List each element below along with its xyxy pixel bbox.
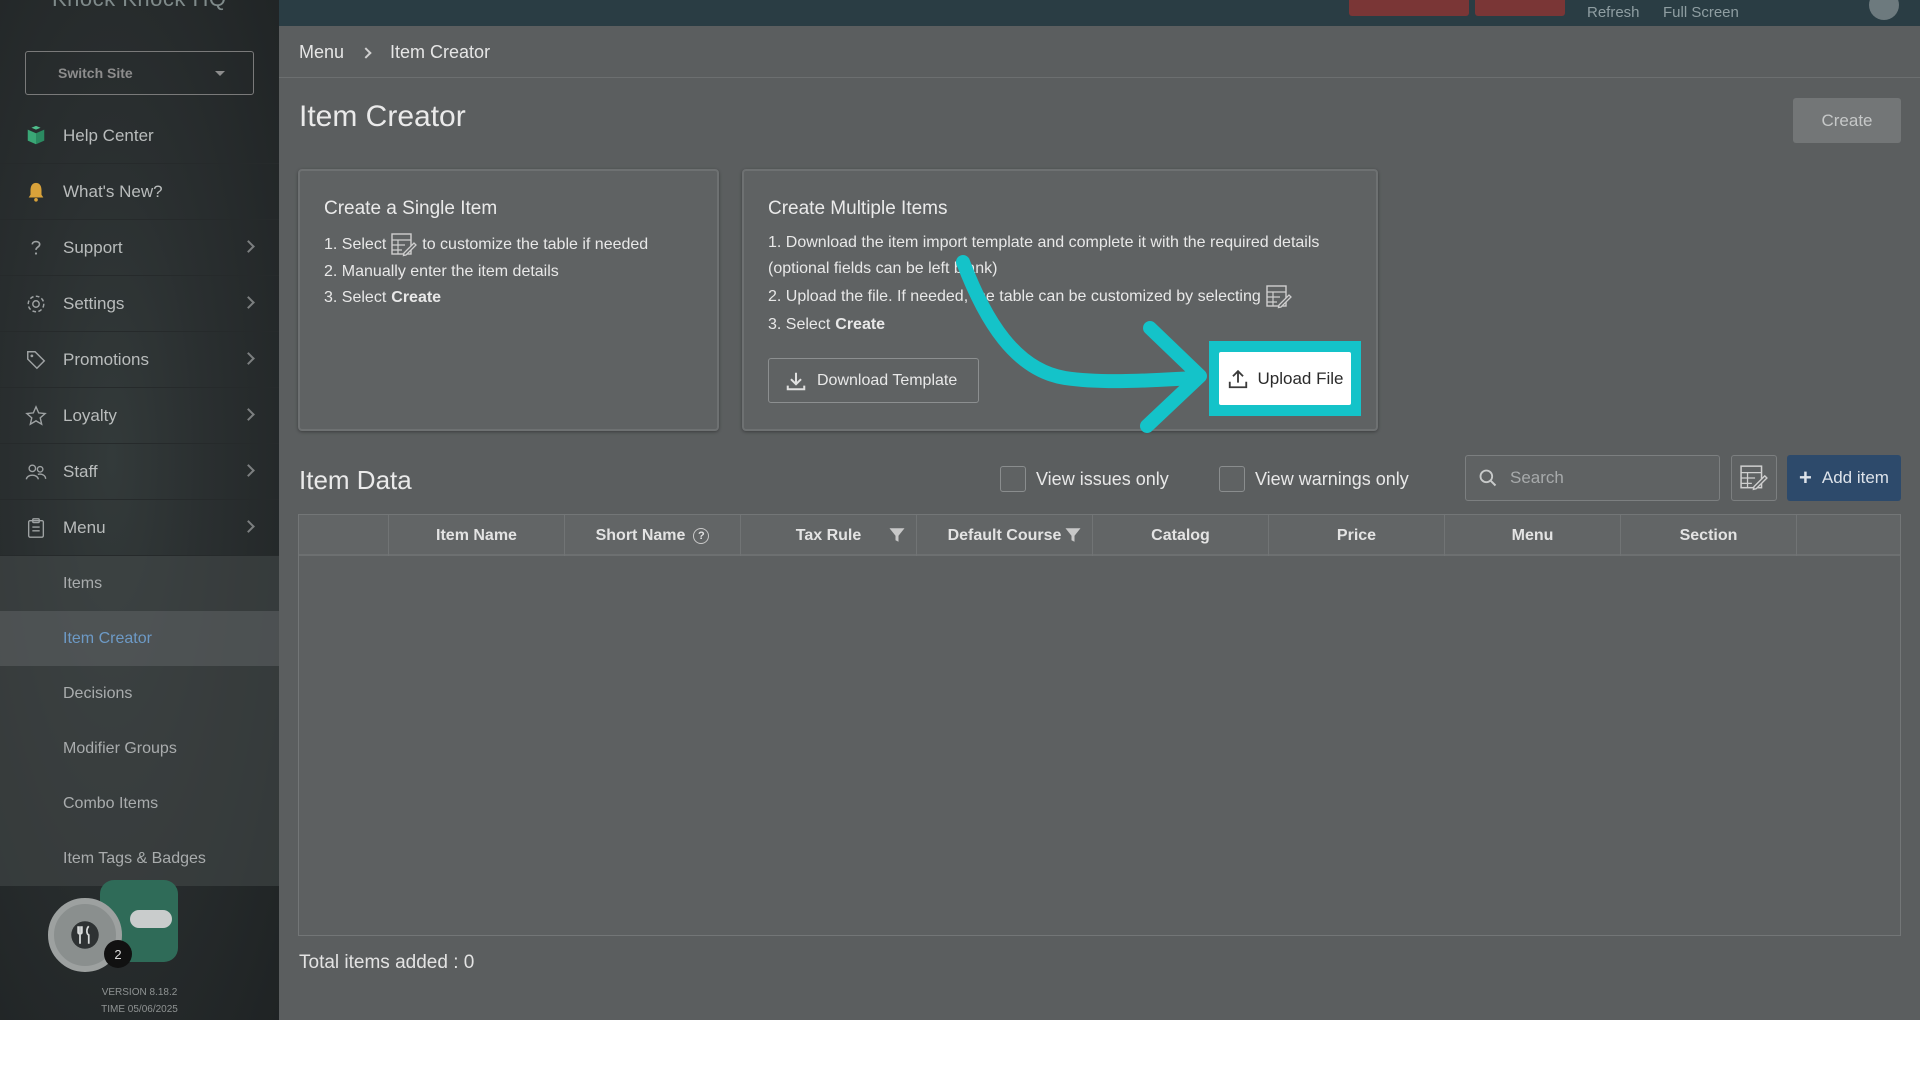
add-item-label: Add item <box>1821 468 1889 487</box>
create-button[interactable]: Create <box>1793 98 1901 143</box>
sidebar-item-label: Settings <box>63 293 125 313</box>
chevron-right-icon <box>242 352 255 365</box>
breadcrumb: Menu Item Creator <box>299 42 490 63</box>
sidebar-item-label: What's New? <box>63 181 163 201</box>
table-edit-icon <box>391 233 418 257</box>
gear-icon <box>24 292 48 316</box>
tutorial-arrow <box>956 255 1207 433</box>
table-edit-icon <box>1740 465 1768 491</box>
page-title: Item Creator <box>299 100 466 133</box>
plus-icon: + <box>1799 465 1812 490</box>
question-icon <box>24 236 48 260</box>
topbar-red-button[interactable] <box>1349 0 1469 16</box>
multiple-step-3-bold: Create <box>835 316 886 333</box>
sidebar-item-label: Support <box>63 237 123 257</box>
sidebar: Knock Knock HQ Switch Site Help Center W… <box>0 0 279 1020</box>
single-step-3-bold: Create <box>391 289 442 306</box>
sidebar-item-support[interactable]: Support <box>0 220 279 276</box>
sidebar-subitem-combo-items[interactable]: Combo Items <box>0 776 279 831</box>
multiple-step-3-pre: 3. Select <box>768 316 831 333</box>
menu-submenu: Items Item Creator Decisions Modifier Gr… <box>0 556 279 886</box>
sidebar-subitem-item-creator[interactable]: Item Creator <box>0 611 279 666</box>
view-warnings-label: View warnings only <box>1255 468 1409 489</box>
clipboard-icon <box>24 516 48 540</box>
book-icon <box>24 124 48 148</box>
view-warnings-checkbox[interactable]: View warnings only <box>1219 466 1409 492</box>
sidebar-item-promotions[interactable]: Promotions <box>0 332 279 388</box>
sidebar-subitem-item-tags-badges[interactable]: Item Tags & Badges <box>0 831 279 886</box>
breadcrumb-item-creator: Item Creator <box>390 42 491 62</box>
star-icon <box>24 404 48 428</box>
sidebar-item-label: Staff <box>63 461 98 481</box>
view-issues-label: View issues only <box>1036 468 1169 489</box>
checkbox-box[interactable] <box>1000 466 1026 492</box>
app-window: Knock Knock HQ Switch Site Help Center W… <box>0 0 1920 1020</box>
view-issues-checkbox[interactable]: View issues only <box>1000 466 1169 492</box>
avatar[interactable] <box>1869 0 1899 20</box>
search-input[interactable] <box>1510 468 1700 488</box>
upload-file-label: Upload File <box>1257 368 1344 388</box>
breadcrumb-menu[interactable]: Menu <box>299 42 344 63</box>
customize-table-button[interactable] <box>1731 455 1777 501</box>
caret-down-icon <box>215 70 225 76</box>
multiple-items-title: Create Multiple Items <box>768 198 948 219</box>
version-text: VERSION 8.18.2 <box>101 987 178 998</box>
sidebar-item-label: Loyalty <box>63 405 117 425</box>
chevron-right-icon <box>242 296 255 309</box>
bell-icon <box>24 180 48 204</box>
single-step-1: 1. Select to customize the table if need… <box>324 233 648 257</box>
download-template-label: Download Template <box>817 371 958 389</box>
chevron-right-icon <box>242 240 255 253</box>
full-screen-link[interactable]: Full Screen <box>1663 4 1739 21</box>
people-icon <box>24 460 48 484</box>
sidebar-item-label: Help Center <box>63 125 154 145</box>
app-logo[interactable]: 2 <box>48 880 183 980</box>
download-icon <box>786 372 806 390</box>
topbar-red-button-2[interactable] <box>1475 0 1565 16</box>
sidebar-item-menu[interactable]: Menu <box>0 500 279 556</box>
switch-site-label: Switch Site <box>58 65 133 81</box>
add-item-button[interactable]: + Add item <box>1787 455 1901 501</box>
sidebar-item-label: Promotions <box>63 349 149 369</box>
chevron-right-icon <box>242 520 255 533</box>
top-bar: Refresh Full Screen <box>279 0 1920 26</box>
single-step-1-post: to customize the table if needed <box>422 236 649 253</box>
checkbox-box[interactable] <box>1219 466 1245 492</box>
single-step-3: 3. Select Create <box>324 289 441 307</box>
chevron-right-icon <box>360 46 372 59</box>
multiple-step-3: 3. Select Create <box>768 316 885 334</box>
single-item-title: Create a Single Item <box>324 198 498 219</box>
upload-icon <box>1228 369 1247 388</box>
refresh-link[interactable]: Refresh <box>1587 4 1640 21</box>
logo-pill <box>130 910 172 928</box>
sidebar-subitem-items[interactable]: Items <box>0 556 279 611</box>
single-step-2: 2. Manually enter the item details <box>324 263 559 280</box>
sidebar-subitem-modifier-groups[interactable]: Modifier Groups <box>0 721 279 776</box>
sidebar-nav: Help Center What's New? Support Settings… <box>0 108 279 886</box>
sidebar-item-loyalty[interactable]: Loyalty <box>0 388 279 444</box>
brand-name: Knock Knock HQ <box>52 0 227 12</box>
search-icon <box>1479 469 1497 487</box>
sidebar-item-label: Menu <box>63 517 106 537</box>
chevron-right-icon <box>242 408 255 421</box>
download-template-button[interactable]: Download Template <box>768 358 979 403</box>
sidebar-item-staff[interactable]: Staff <box>0 444 279 500</box>
divider <box>279 77 1920 78</box>
switch-site-dropdown[interactable]: Switch Site <box>25 51 254 95</box>
sidebar-item-settings[interactable]: Settings <box>0 276 279 332</box>
chevron-right-icon <box>242 464 255 477</box>
sidebar-item-whats-new[interactable]: What's New? <box>0 164 279 220</box>
single-step-1-pre: 1. Select <box>324 236 387 253</box>
sidebar-item-help-center[interactable]: Help Center <box>0 108 279 164</box>
search-box[interactable] <box>1465 455 1720 501</box>
single-step-3-pre: 3. Select <box>324 289 387 306</box>
sidebar-subitem-decisions[interactable]: Decisions <box>0 666 279 721</box>
upload-file-button[interactable]: Upload File <box>1219 352 1351 405</box>
notification-badge: 2 <box>104 940 132 968</box>
tag-icon <box>24 348 48 372</box>
single-item-card: Create a Single Item 1. Select to custom… <box>298 169 719 431</box>
main-content: Menu Item Creator Item Creator Create Cr… <box>279 26 1920 1020</box>
table-edit-icon <box>1266 285 1292 309</box>
version-time-text: TIME 05/06/2025 <box>101 1004 178 1015</box>
